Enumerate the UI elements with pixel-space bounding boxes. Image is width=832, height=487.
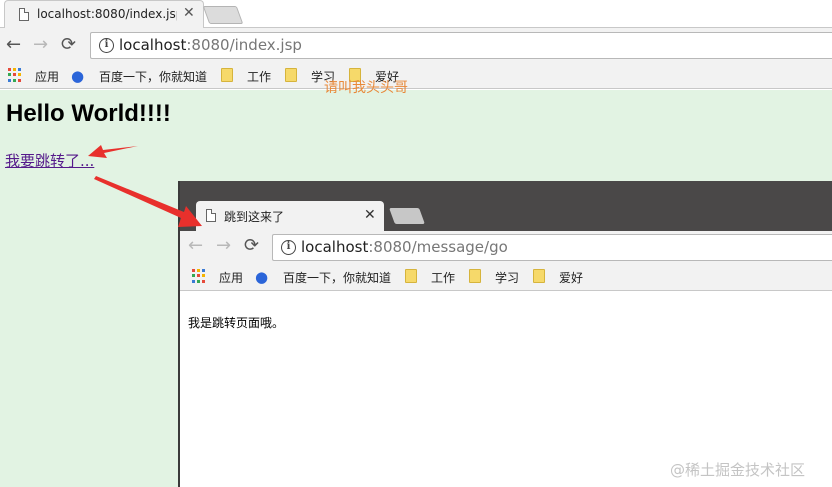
- folder-icon: [533, 269, 545, 283]
- page-icon: [206, 209, 216, 222]
- tab-title: localhost:8080/index.jsp: [37, 7, 177, 21]
- forward-arrow-icon[interactable]: →: [216, 235, 231, 256]
- window2-titlebar: 跳到这来了 ✕: [180, 181, 832, 231]
- watermark: @稀土掘金技术社区: [670, 461, 806, 479]
- bookmark-apps[interactable]: 应用: [219, 269, 243, 286]
- second-browser-window: 跳到这来了 ✕ ← → ⟳ i localhost:8080/message/g…: [178, 181, 832, 487]
- jump-link[interactable]: 我要跳转了...: [5, 150, 94, 171]
- window2-tab-title: 跳到这来了: [224, 210, 285, 224]
- bookmarks-bar: 应用 ● 百度一下，你就知道 工作 学习 爱好: [0, 64, 832, 89]
- url-path: :8080/message/go: [368, 238, 508, 256]
- window2-page-content: 我是跳转页面哦。: [180, 291, 832, 487]
- page-heading: Hello World!!!!: [6, 100, 171, 127]
- close-icon[interactable]: ✕: [364, 207, 376, 223]
- info-icon[interactable]: i: [99, 38, 114, 53]
- url-text[interactable]: localhost:8080/index.jsp: [119, 36, 302, 54]
- tab-index[interactable]: localhost:8080/index.jsp ✕: [4, 0, 204, 28]
- baidu-paw-icon: ●: [71, 67, 85, 85]
- url-host: localhost: [301, 238, 369, 256]
- page-icon: [19, 8, 29, 21]
- window2-bookmarks-bar: 应用 ● 百度一下，你就知道 工作 学习 爱好: [180, 265, 832, 291]
- window2-toolbar: ← → ⟳ i localhost:8080/message/go: [180, 231, 832, 265]
- window2-tab[interactable]: 跳到这来了 ✕: [196, 201, 384, 231]
- bookmark-study[interactable]: 学习: [495, 269, 519, 286]
- info-icon[interactable]: i: [281, 240, 296, 255]
- bookmark-work[interactable]: 工作: [247, 68, 271, 85]
- apps-grid-icon[interactable]: [8, 68, 22, 82]
- folder-icon: [221, 68, 233, 82]
- address-bar[interactable]: i localhost:8080/index.jsp: [90, 32, 832, 59]
- baidu-paw-icon: ●: [255, 268, 269, 286]
- url-path: :8080/index.jsp: [186, 36, 302, 54]
- toolbar: ← → ⟳ i localhost:8080/index.jsp: [0, 28, 832, 64]
- back-arrow-icon[interactable]: ←: [188, 235, 203, 256]
- folder-icon: [285, 68, 297, 82]
- reload-icon[interactable]: ⟳: [244, 235, 259, 256]
- reload-icon[interactable]: ⟳: [61, 34, 76, 55]
- apps-grid-icon[interactable]: [192, 269, 206, 283]
- bookmark-hobby[interactable]: 爱好: [559, 269, 583, 286]
- bookmark-baidu[interactable]: 百度一下，你就知道: [283, 269, 391, 286]
- window2-url-text[interactable]: localhost:8080/message/go: [301, 238, 508, 256]
- window2-address-bar[interactable]: i localhost:8080/message/go: [272, 234, 832, 261]
- url-host: localhost: [119, 36, 187, 54]
- bookmark-apps[interactable]: 应用: [35, 68, 59, 85]
- back-arrow-icon[interactable]: ←: [6, 34, 21, 55]
- bookmark-baidu[interactable]: 百度一下，你就知道: [99, 68, 207, 85]
- bookmark-work[interactable]: 工作: [431, 269, 455, 286]
- forward-arrow-icon[interactable]: →: [33, 34, 48, 55]
- folder-icon: [405, 269, 417, 283]
- annotation-text: 请叫我头头哥: [324, 80, 408, 96]
- tab-strip: localhost:8080/index.jsp ✕: [0, 0, 832, 28]
- new-tab-button[interactable]: [202, 6, 244, 24]
- redirect-message: 我是跳转页面哦。: [188, 316, 285, 330]
- close-icon[interactable]: ✕: [183, 5, 195, 21]
- folder-icon: [469, 269, 481, 283]
- window2-new-tab-button[interactable]: [389, 208, 425, 224]
